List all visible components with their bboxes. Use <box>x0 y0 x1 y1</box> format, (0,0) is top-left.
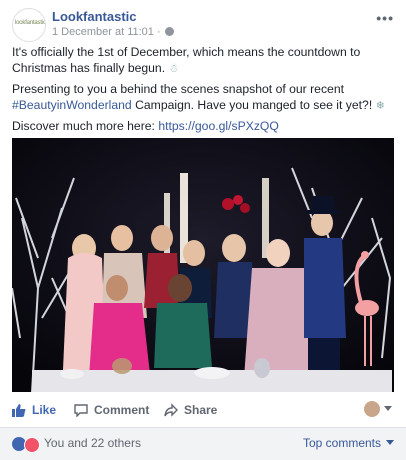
post-photo[interactable] <box>12 138 394 392</box>
thumbs-up-icon <box>12 404 26 417</box>
snowflake-icon: ❄ <box>375 100 385 112</box>
post-line-2-post: Campaign. Have you manged to see it yet?… <box>131 98 373 112</box>
comment-label: Comment <box>94 403 150 417</box>
love-reaction-icon[interactable] <box>24 437 40 453</box>
globe-icon <box>164 27 174 36</box>
actor-selector[interactable] <box>364 401 394 419</box>
post-actions: Like Comment Share <box>0 395 406 428</box>
post-paragraph-3: Discover much more here: https://goo.gl/… <box>12 118 396 134</box>
hashtag-link[interactable]: #BeautyinWonderland <box>12 98 132 112</box>
reactions-bar: You and 22 others Top comments <box>0 428 406 460</box>
snowman-icon: ☃ <box>168 63 179 75</box>
user-avatar <box>364 401 380 417</box>
post-paragraph-1: It's officially the 1st of December, whi… <box>12 44 396 77</box>
post-card: lookfantastic Lookfantastic 1 December a… <box>0 0 406 460</box>
page-avatar[interactable]: lookfantastic <box>12 8 46 42</box>
comment-button[interactable]: Comment <box>74 403 149 417</box>
comment-icon <box>74 404 88 417</box>
campaign-photo-illustration <box>12 138 394 392</box>
more-options-icon[interactable]: ••• <box>376 10 394 26</box>
share-label: Share <box>184 403 218 417</box>
post-paragraph-2: Presenting to you a behind the scenes sn… <box>12 81 396 114</box>
chevron-down-icon <box>386 440 394 445</box>
chevron-down-icon <box>384 406 392 411</box>
share-icon <box>164 403 178 417</box>
post-line-2-pre: Presenting to you a behind the scenes sn… <box>12 82 344 96</box>
post-text: It's officially the 1st of December, whi… <box>12 44 396 138</box>
reactions-summary[interactable]: You and 22 others <box>44 436 141 450</box>
post-meta: 1 December at 11:01 · <box>52 26 174 38</box>
post-line-1: It's officially the 1st of December, whi… <box>12 45 361 75</box>
post-header: lookfantastic Lookfantastic 1 December a… <box>12 8 394 42</box>
top-comments-label: Top comments <box>302 436 381 450</box>
page-logo: lookfantastic <box>15 20 46 26</box>
share-button[interactable]: Share <box>164 403 217 417</box>
like-button[interactable]: Like <box>12 403 56 417</box>
top-comments-dropdown[interactable]: Top comments <box>303 436 394 450</box>
post-timestamp[interactable]: 1 December at 11:01 · <box>52 26 161 38</box>
post-line-3-pre: Discover much more here: <box>12 119 159 133</box>
page-name[interactable]: Lookfantastic <box>52 9 137 24</box>
like-label: Like <box>32 403 57 417</box>
external-link[interactable]: https://goo.gl/sPXzQQ <box>158 119 279 133</box>
